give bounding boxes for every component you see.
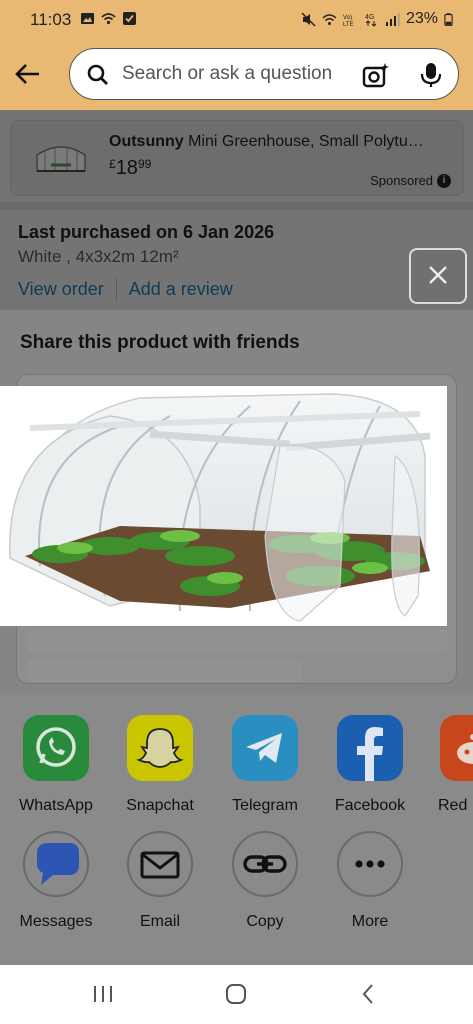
link-separator (115, 278, 117, 300)
snapchat-icon (127, 715, 193, 781)
svg-text:4G: 4G (365, 14, 374, 21)
microphone-icon[interactable] (420, 62, 442, 88)
sponsored-text: Sponsored (370, 173, 433, 188)
share-telegram[interactable]: Telegram (220, 715, 310, 815)
greenhouse-illustration (9, 393, 431, 622)
messages-label: Messages (19, 913, 93, 930)
svg-text:LTE: LTE (343, 22, 354, 27)
share-messages[interactable]: Messages (11, 831, 101, 931)
whatsapp-icon (23, 715, 89, 781)
product-price: £1899 (109, 157, 151, 180)
search-icon (87, 64, 108, 85)
close-icon (429, 266, 447, 284)
wifi-calling-icon (322, 13, 337, 25)
purchase-variant: White , 4x3x2m 12m² (18, 247, 179, 266)
share-facebook[interactable]: Facebook (325, 715, 415, 815)
whatsapp-label: WhatsApp (19, 797, 93, 814)
order-links: View order Add a review (18, 278, 233, 300)
share-whatsapp[interactable]: WhatsApp (11, 715, 101, 815)
facebook-label: Facebook (334, 797, 406, 814)
last-purchased-text: Last purchased on 6 Jan 2026 (18, 222, 275, 242)
svg-text:Vo): Vo) (343, 15, 352, 21)
share-sheet-title: Share this product with friends (20, 332, 300, 353)
link-icon (243, 855, 287, 873)
sponsored-label[interactable]: Sponsored i (370, 173, 451, 188)
price-currency: £ (109, 157, 116, 171)
copy-icon-wrapper (232, 831, 298, 897)
section-divider (0, 202, 473, 210)
volte-icon: Vo)LTE (343, 15, 354, 27)
share-email[interactable]: Email (115, 831, 205, 931)
back-arrow-icon[interactable] (14, 60, 42, 88)
product-image (0, 386, 447, 626)
4g-icon: 4G (365, 14, 377, 27)
more-icon-wrapper (337, 831, 403, 897)
preview-text-placeholder (28, 630, 448, 652)
status-time: 11:03 (30, 10, 72, 29)
telegram-icon (232, 715, 298, 781)
back-nav-icon[interactable] (358, 983, 380, 1005)
greenhouse-thumbnail (36, 146, 86, 172)
messages-icon-wrapper (23, 831, 89, 897)
more-dots-icon (355, 860, 385, 868)
search-bar[interactable] (69, 48, 459, 100)
more-label: More (351, 913, 389, 930)
mute-icon (301, 11, 316, 27)
share-reddit[interactable]: Red (430, 715, 473, 815)
email-icon (140, 851, 180, 879)
sponsored-product-card[interactable]: Outsunny Mini Greenhouse, Small Polytu… … (10, 120, 464, 196)
snapchat-label: Snapchat (126, 797, 194, 814)
search-input[interactable] (122, 59, 352, 89)
product-title-text: Mini Greenhouse, Small Polytu… (183, 133, 424, 150)
messages-icon (37, 843, 79, 885)
close-button[interactable] (409, 248, 467, 304)
price-whole: 18 (115, 157, 138, 179)
email-icon-wrapper (127, 831, 193, 897)
signal-icon (385, 12, 400, 26)
wifi-icon (101, 13, 116, 25)
gallery-icon (81, 13, 94, 24)
share-snapchat[interactable]: Snapchat (115, 715, 205, 815)
camera-search-icon[interactable] (362, 62, 390, 88)
reddit-icon (440, 715, 473, 781)
home-icon[interactable] (225, 983, 247, 1005)
app-header: 11:03 Vo) LTE 4G 23% (0, 0, 473, 110)
info-icon: i (437, 173, 451, 188)
copy-label: Copy (246, 913, 284, 930)
share-targets: WhatsApp Snapchat Telegram Facebook Red … (0, 695, 473, 965)
purchase-info: Last purchased on 6 Jan 2026 White , 4x3… (18, 222, 274, 267)
share-copy[interactable]: Copy (220, 831, 310, 931)
facebook-icon (337, 715, 403, 781)
recent-apps-icon[interactable] (92, 983, 114, 1005)
status-bar: 11:03 Vo) LTE 4G 23% (0, 0, 473, 40)
battery-percent: 23% (405, 10, 438, 27)
check-notification-icon (123, 12, 136, 25)
system-navigation-bar (0, 965, 473, 1024)
product-brand: Outsunny (109, 133, 184, 150)
battery-icon (444, 12, 453, 26)
price-fraction: 99 (137, 157, 152, 171)
add-review-link[interactable]: Add a review (129, 279, 233, 300)
email-label: Email (139, 913, 180, 930)
sponsored-product-title: Outsunny Mini Greenhouse, Small Polytu… (109, 133, 454, 151)
share-more[interactable]: More (325, 831, 415, 931)
telegram-label: Telegram (232, 797, 298, 814)
preview-text-placeholder (28, 660, 303, 682)
reddit-label: Red (438, 797, 468, 814)
view-order-link[interactable]: View order (18, 279, 104, 300)
